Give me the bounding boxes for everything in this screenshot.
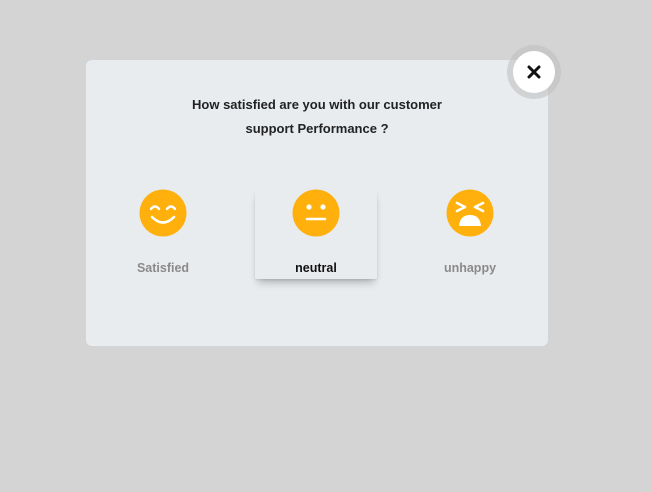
option-label-neutral: neutral (295, 261, 337, 275)
option-unhappy[interactable]: unhappy (409, 189, 531, 279)
option-label-unhappy: unhappy (443, 261, 497, 275)
question-line-2: support Performance ? (245, 121, 389, 136)
close-icon (527, 65, 541, 79)
tired-face-icon (446, 189, 494, 237)
close-button[interactable] (513, 51, 555, 93)
option-satisfied[interactable]: Satisfied (102, 189, 224, 279)
neutral-face-icon (292, 189, 340, 237)
feedback-modal: How satisfied are you with our customer … (86, 60, 548, 346)
smiling-face-icon (139, 189, 187, 237)
survey-question: How satisfied are you with our customer … (86, 93, 548, 141)
option-label-satisfied: Satisfied (136, 261, 190, 275)
option-neutral[interactable]: neutral (255, 189, 377, 279)
question-line-1: How satisfied are you with our customer (192, 97, 442, 112)
